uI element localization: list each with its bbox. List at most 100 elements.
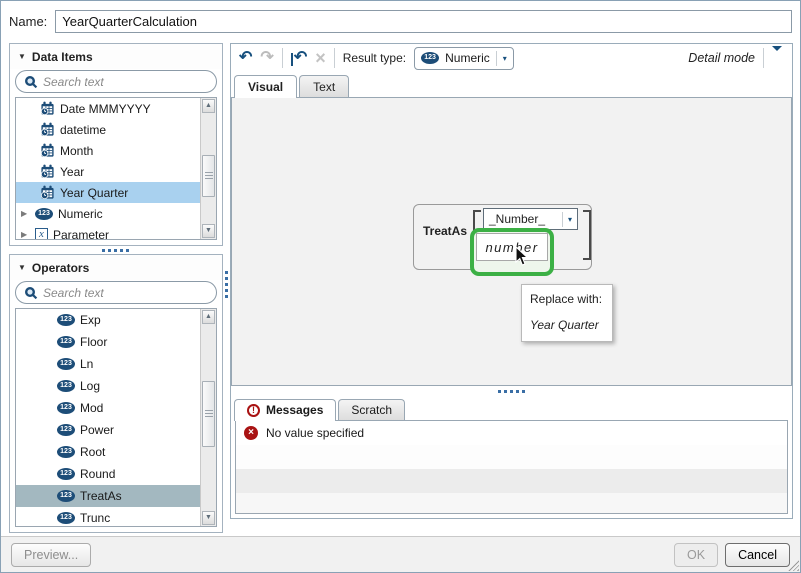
calculated-item-dialog: Name: ▼ Data Items Dat <box>0 0 801 573</box>
data-items-header[interactable]: ▼ Data Items <box>10 44 222 69</box>
operator-row[interactable]: 123 Ln <box>16 353 200 375</box>
tab-visual[interactable]: Visual <box>234 75 298 98</box>
warning-icon: ! <box>247 403 260 417</box>
scroll-down-icon[interactable]: ▼ <box>202 224 215 238</box>
calendar-clock-icon <box>40 185 55 200</box>
operator-row[interactable]: 123 Exp <box>16 309 200 331</box>
operator-row[interactable]: 123 Mod <box>16 397 200 419</box>
operators-listbox: 123 Exp 123 Floor 123 Ln 123 Log 123 Mod… <box>15 308 217 527</box>
delete-icon[interactable]: × <box>315 49 326 67</box>
parameter-x-icon: x <box>35 228 48 239</box>
data-items-search-input[interactable] <box>43 74 208 89</box>
redo-icon[interactable]: ↷ <box>260 50 273 66</box>
operator-row-selected[interactable]: 123 TreatAs <box>16 485 200 507</box>
operator-label: Floor <box>80 335 108 349</box>
drop-target-highlight[interactable]: number <box>470 228 554 276</box>
numeric-123-icon: 123 <box>57 446 75 458</box>
tab-scratch[interactable]: Scratch <box>338 399 406 420</box>
operator-row[interactable]: 123 Root <box>16 441 200 463</box>
cancel-button[interactable]: Cancel <box>725 542 790 567</box>
left-column: ▼ Data Items Date MMMYYYY <box>9 43 223 535</box>
messages-list: × No value specified <box>235 420 788 514</box>
data-item-row[interactable]: datetime <box>16 119 200 140</box>
data-items-search <box>15 70 217 93</box>
operator-row[interactable]: 123 Power <box>16 419 200 441</box>
vertical-splitter[interactable] <box>223 43 230 535</box>
tab-text[interactable]: Text <box>299 75 350 97</box>
operator-label: TreatAs <box>80 489 122 503</box>
operator-label: Ln <box>80 357 94 371</box>
operators-scrollbar[interactable]: ▲ ▼ <box>200 309 216 526</box>
undo-all-icon[interactable]: ↶ <box>290 50 307 66</box>
numeric-123-icon: 123 <box>57 314 75 326</box>
data-items-scrollbar[interactable]: ▲ ▼ <box>200 98 216 239</box>
numeric-123-icon: 123 <box>421 52 440 64</box>
message-row[interactable]: × No value specified <box>236 421 787 445</box>
operator-row[interactable]: 123 Trunc <box>16 507 200 526</box>
operators-header[interactable]: ▼ Operators <box>10 255 222 280</box>
tab-scratch-label: Scratch <box>351 403 393 417</box>
undo-icon[interactable]: ↶ <box>239 50 252 66</box>
data-items-listbox: Date MMMYYYY datetime Month Year Year Qu… <box>15 97 217 240</box>
canvas-messages-splitter[interactable] <box>231 386 792 396</box>
data-item-row[interactable]: Date MMMYYYY <box>16 98 200 119</box>
operator-row[interactable]: 123 Log <box>16 375 200 397</box>
operators-panel: ▼ Operators 123 Exp 123 Fl <box>9 254 223 533</box>
left-horizontal-splitter[interactable] <box>9 246 223 254</box>
data-items-list: Date MMMYYYY datetime Month Year Year Qu… <box>16 98 200 239</box>
expand-arrow-icon[interactable]: ▶ <box>21 230 30 239</box>
data-item-group-numeric[interactable]: ▶ 123 Numeric <box>16 203 200 224</box>
name-input[interactable] <box>55 9 792 33</box>
data-item-label: Year <box>60 164 85 179</box>
operators-list: 123 Exp 123 Floor 123 Ln 123 Log 123 Mod… <box>16 309 200 526</box>
scroll-up-icon[interactable]: ▲ <box>202 99 215 113</box>
numeric-123-icon: 123 <box>57 336 75 348</box>
data-item-label: Year Quarter <box>60 185 129 200</box>
expression-editor-panel: ↶ ↷ ↶ × Result type: 123 Numeric ▾ Detai… <box>230 43 793 519</box>
treatas-operator-label: TreatAs <box>423 224 468 238</box>
expression-canvas[interactable]: TreatAs _Number_ ▾ number Replace with: … <box>231 97 792 386</box>
tab-messages-label: Messages <box>266 403 324 417</box>
operator-row[interactable]: 123 Floor <box>16 331 200 353</box>
number-format-dropdown[interactable]: _Number_ ▾ <box>483 208 578 230</box>
calendar-clock-icon <box>40 143 55 158</box>
message-row-empty <box>236 469 787 493</box>
numeric-123-icon: 123 <box>57 380 75 392</box>
tab-messages[interactable]: ! Messages <box>234 399 337 421</box>
preview-button[interactable]: Preview... <box>11 542 92 567</box>
number-format-value: _Number_ <box>489 212 546 226</box>
scroll-down-icon[interactable]: ▼ <box>202 511 215 525</box>
scroll-up-icon[interactable]: ▲ <box>202 310 215 324</box>
mouse-cursor-icon <box>515 246 529 266</box>
ok-button[interactable]: OK <box>674 542 719 567</box>
chevron-down-icon[interactable]: ▾ <box>568 215 572 224</box>
data-item-row[interactable]: Year <box>16 161 200 182</box>
operator-label: Exp <box>80 313 101 327</box>
scrollbar-thumb[interactable] <box>202 381 215 447</box>
collapse-panel-icon[interactable] <box>772 46 784 65</box>
operators-search <box>15 281 217 304</box>
expand-arrow-icon[interactable]: ▶ <box>21 209 30 218</box>
detail-mode-label: Detail mode <box>688 51 755 65</box>
data-item-row-selected[interactable]: Year Quarter <box>16 182 200 203</box>
toolbar-divider <box>333 48 335 68</box>
data-item-label: datetime <box>60 122 107 137</box>
messages-tab-row: ! Messages Scratch <box>231 396 792 421</box>
search-icon <box>25 75 38 89</box>
operators-search-input[interactable] <box>43 285 208 300</box>
splitter-handle-icon <box>102 248 130 252</box>
operator-row[interactable]: 123 Round <box>16 463 200 485</box>
data-item-row[interactable]: Month <box>16 140 200 161</box>
tooltip-value: Year Quarter <box>530 318 599 332</box>
collapse-section-icon: ▼ <box>18 263 26 272</box>
scrollbar-thumb[interactable] <box>202 155 215 197</box>
result-type-dropdown[interactable]: 123 Numeric ▾ <box>414 46 514 70</box>
dialog-footer: Preview... OK Cancel <box>1 536 800 572</box>
chevron-down-icon[interactable]: ▾ <box>503 54 507 63</box>
numeric-123-icon: 123 <box>35 207 53 220</box>
number-argument-field[interactable]: number <box>476 233 548 261</box>
operator-label: Log <box>80 379 101 393</box>
operator-label: Mod <box>80 401 104 415</box>
numeric-123-icon: 123 <box>57 468 75 480</box>
data-item-group-parameter[interactable]: ▶ x Parameter <box>16 224 200 239</box>
